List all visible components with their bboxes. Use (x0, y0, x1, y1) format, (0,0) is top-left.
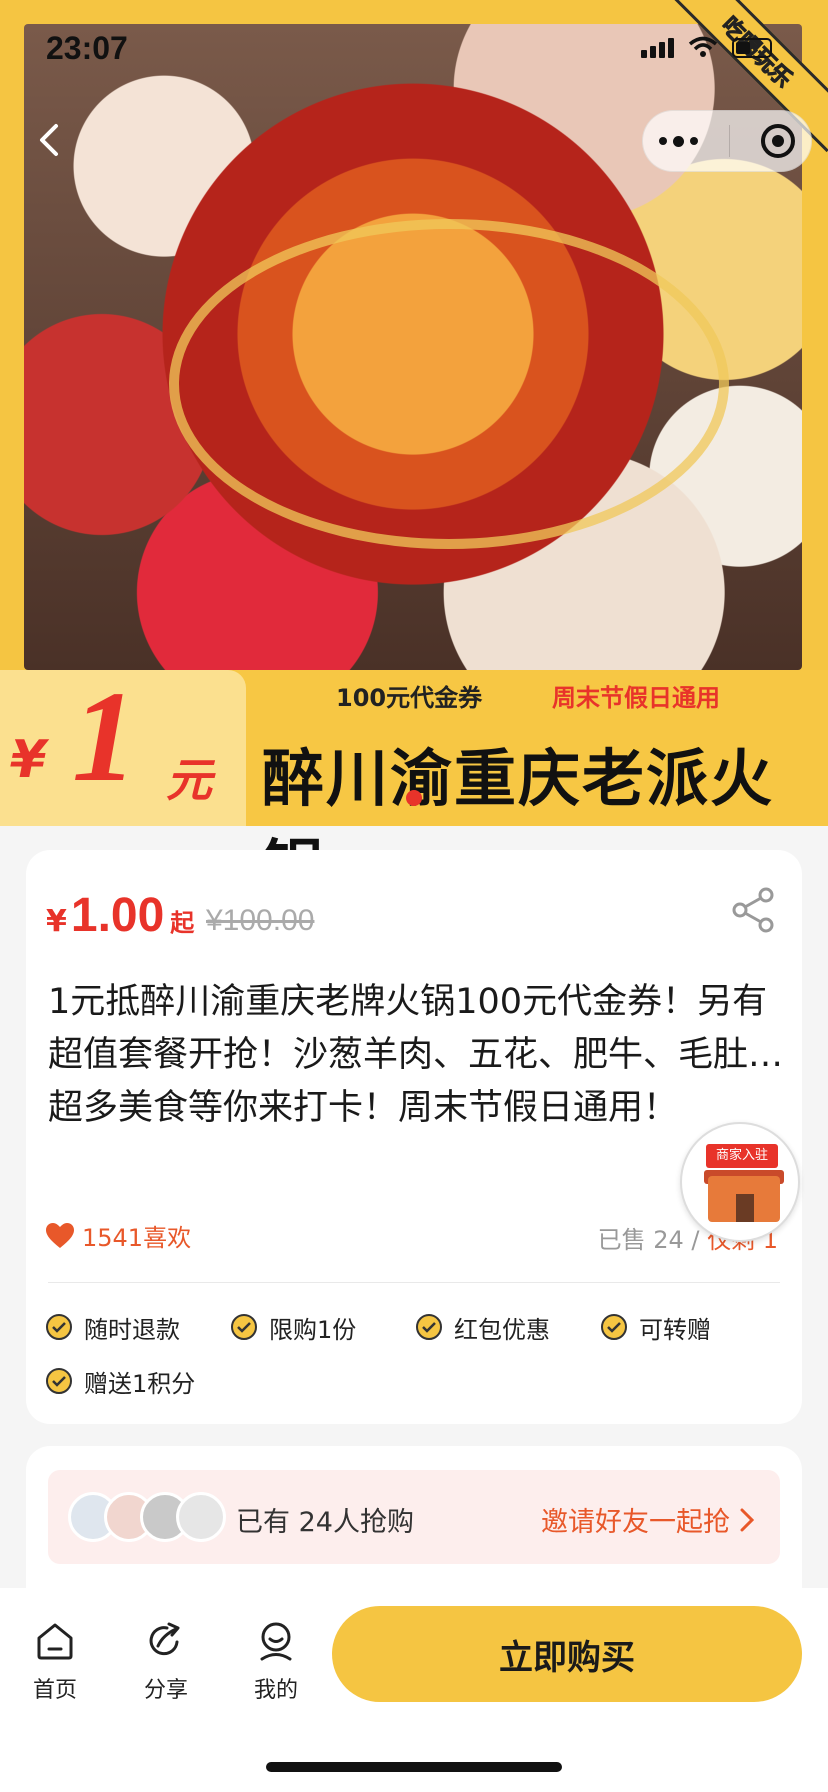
banner-currency: ¥ (10, 730, 47, 790)
original-price: ¥100.00 (206, 904, 315, 937)
more-icon[interactable] (658, 135, 698, 147)
banner-price-unit: 元 (166, 753, 212, 807)
card-divider (48, 1282, 780, 1283)
price-suffix: 起 (170, 909, 195, 937)
sale-price: ¥ 1.00 起 (46, 888, 194, 943)
tag-limit: 限购1份 (231, 1312, 416, 1344)
status-time: 23:07 (46, 30, 128, 66)
tab-label: 分享 (143, 1678, 188, 1703)
status-bar: 23:07 (0, 0, 828, 96)
heart-icon (46, 1222, 74, 1248)
carousel-indicator[interactable] (406, 790, 422, 806)
tag-points: 赠送1积分 (46, 1366, 231, 1398)
invite-friends-link[interactable]: 邀请好友一起抢 (541, 1500, 754, 1539)
chevron-right-icon (740, 1508, 754, 1531)
service-tags: 随时退款 限购1份 红包优惠 可转赠 赠送1积分 (46, 1312, 786, 1398)
tag-label: 限购1份 (269, 1315, 357, 1344)
battery-icon (732, 38, 772, 58)
tab-share[interactable]: 分享 (126, 1620, 206, 1704)
price-value: 1.00 (70, 889, 165, 942)
product-description: 1元抵醉川渝重庆老牌火锅100元代金券！另有超值套餐开抢！沙葱羊肉、五花、肥牛、… (48, 982, 784, 1128)
share-icon[interactable] (730, 886, 776, 934)
check-icon (46, 1368, 72, 1394)
tag-label: 可转赠 (639, 1315, 711, 1344)
status-icons (641, 36, 772, 58)
product-card: ¥ 1.00 起 ¥100.00 1元抵醉川渝重庆老牌火锅100元代金券！另有超… (26, 850, 802, 1424)
tag-label: 红包优惠 (454, 1315, 550, 1344)
check-icon (601, 1314, 627, 1340)
home-icon (37, 1623, 73, 1660)
invite-banner[interactable]: 已有 24人抢购 邀请好友一起抢 (48, 1470, 780, 1564)
merchant-join-badge[interactable]: 商家入驻 (680, 1122, 800, 1242)
likes[interactable]: 1541喜欢 (46, 1218, 191, 1253)
capsule-divider (728, 125, 730, 157)
close-miniapp-icon[interactable] (761, 124, 796, 158)
miniapp-capsule (642, 110, 812, 172)
sold-count: 已售 24 / (597, 1226, 708, 1254)
buyer-count: 已有 24人抢购 (236, 1507, 414, 1538)
tab-home[interactable]: 首页 (15, 1620, 95, 1704)
check-icon (231, 1314, 257, 1340)
banner-subtitle-holiday: 周末节假日通用 (552, 684, 720, 712)
banner-subtitle-voucher: 100元代金券 (336, 684, 483, 712)
tab-label: 我的 (253, 1678, 298, 1703)
invite-cta-label: 邀请好友一起抢 (541, 1507, 730, 1538)
tag-transfer: 可转赠 (601, 1312, 786, 1344)
banner-price: 1 (72, 665, 137, 809)
profile-icon (260, 1622, 292, 1661)
tag-refund: 随时退款 (46, 1312, 231, 1344)
price-currency: ¥ (46, 904, 67, 939)
home-indicator (266, 1762, 562, 1772)
buyer-avatars (68, 1492, 226, 1542)
check-icon (416, 1314, 442, 1340)
tag-label: 随时退款 (84, 1315, 180, 1344)
wifi-icon (688, 36, 718, 57)
tab-label: 首页 (32, 1678, 77, 1703)
avatar-more (176, 1492, 226, 1542)
merchant-join-label: 商家入驻 (706, 1144, 778, 1168)
back-icon[interactable] (30, 120, 70, 160)
share-icon (149, 1622, 180, 1656)
likes-count: 1541喜欢 (82, 1224, 192, 1252)
tag-redpacket: 红包优惠 (416, 1312, 601, 1344)
hotpot-ring (169, 219, 729, 549)
buy-now-button[interactable]: 立即购买 (332, 1606, 802, 1702)
tab-profile[interactable]: 我的 (236, 1620, 316, 1704)
tag-label: 赠送1积分 (84, 1369, 196, 1398)
shop-door-icon (736, 1194, 754, 1222)
signal-icon (641, 38, 674, 58)
check-icon (46, 1314, 72, 1340)
